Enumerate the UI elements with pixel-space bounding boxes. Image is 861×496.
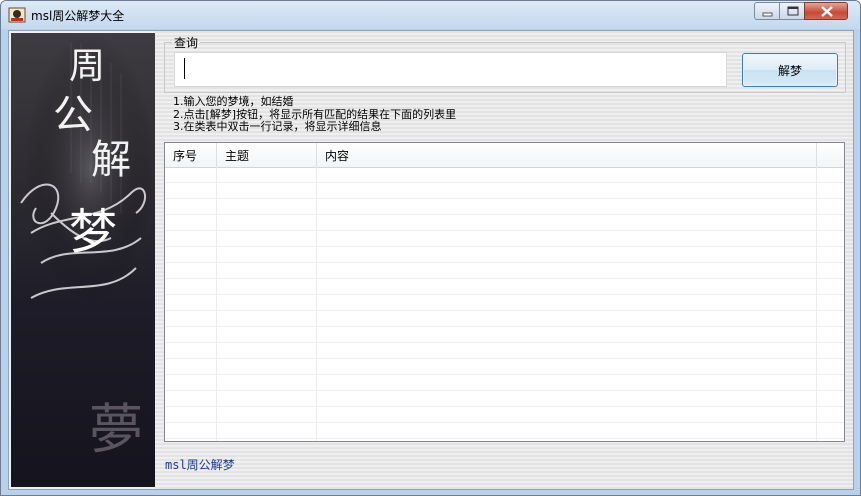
banner-char-4: 梦 [69, 204, 117, 260]
grid-column-divider [816, 167, 817, 441]
banner-char-1: 周 [69, 46, 105, 87]
banner-char-2: 公 [53, 92, 93, 138]
close-icon [821, 6, 833, 17]
grid-column-divider [216, 167, 217, 441]
minimize-icon [762, 12, 773, 17]
main-panel: 查询 解梦 1.输入您的梦境，如结婚 2.点击[解梦]按钮，将显示所有匹配的结果… [155, 31, 853, 489]
app-icon [8, 7, 26, 23]
maximize-icon [787, 6, 799, 16]
instruction-line-3: 3.在类表中双击一行记录，将显示详细信息 [173, 120, 382, 133]
client-area: 周 公 解 梦 夢 查询 解梦 1.输入您的梦境，如结婚 2.点击[解梦]按钮，… [8, 30, 854, 490]
grid-column-divider [316, 167, 317, 441]
dream-query-input[interactable] [174, 52, 727, 87]
window-title: msl周公解梦大全 [31, 9, 125, 23]
footer-label: msl周公解梦 [165, 458, 235, 472]
banner-image: 周 公 解 梦 夢 [11, 33, 155, 487]
results-list-header: 序号 主题 内容 [165, 143, 844, 168]
text-caret [184, 58, 185, 79]
instruction-line-1: 1.输入您的梦境，如结婚 [173, 95, 294, 108]
app-window: msl周公解梦大全 周 公 解 梦 夢 查询 解梦 1.输入您的梦境，如结婚 2… [0, 0, 861, 496]
close-button[interactable] [804, 2, 848, 20]
column-header-content[interactable]: 内容 [317, 143, 817, 167]
interpret-dream-button[interactable]: 解梦 [742, 53, 838, 87]
maximize-button[interactable] [779, 2, 805, 20]
banner-seal-char: 夢 [89, 398, 143, 461]
query-group-label: 查询 [174, 36, 199, 50]
banner-artwork: 周 公 解 梦 夢 [11, 33, 155, 487]
banner-char-3: 解 [91, 137, 131, 183]
results-list[interactable]: 序号 主题 内容 [164, 142, 845, 442]
title-bar[interactable]: msl周公解梦大全 [1, 1, 860, 29]
minimize-button[interactable] [754, 2, 780, 20]
column-header-topic[interactable]: 主题 [217, 143, 317, 167]
column-header-index[interactable]: 序号 [165, 143, 217, 167]
instructions: 1.输入您的梦境，如结婚 2.点击[解梦]按钮，将显示所有匹配的结果在下面的列表… [173, 95, 456, 134]
results-grid [165, 167, 844, 441]
